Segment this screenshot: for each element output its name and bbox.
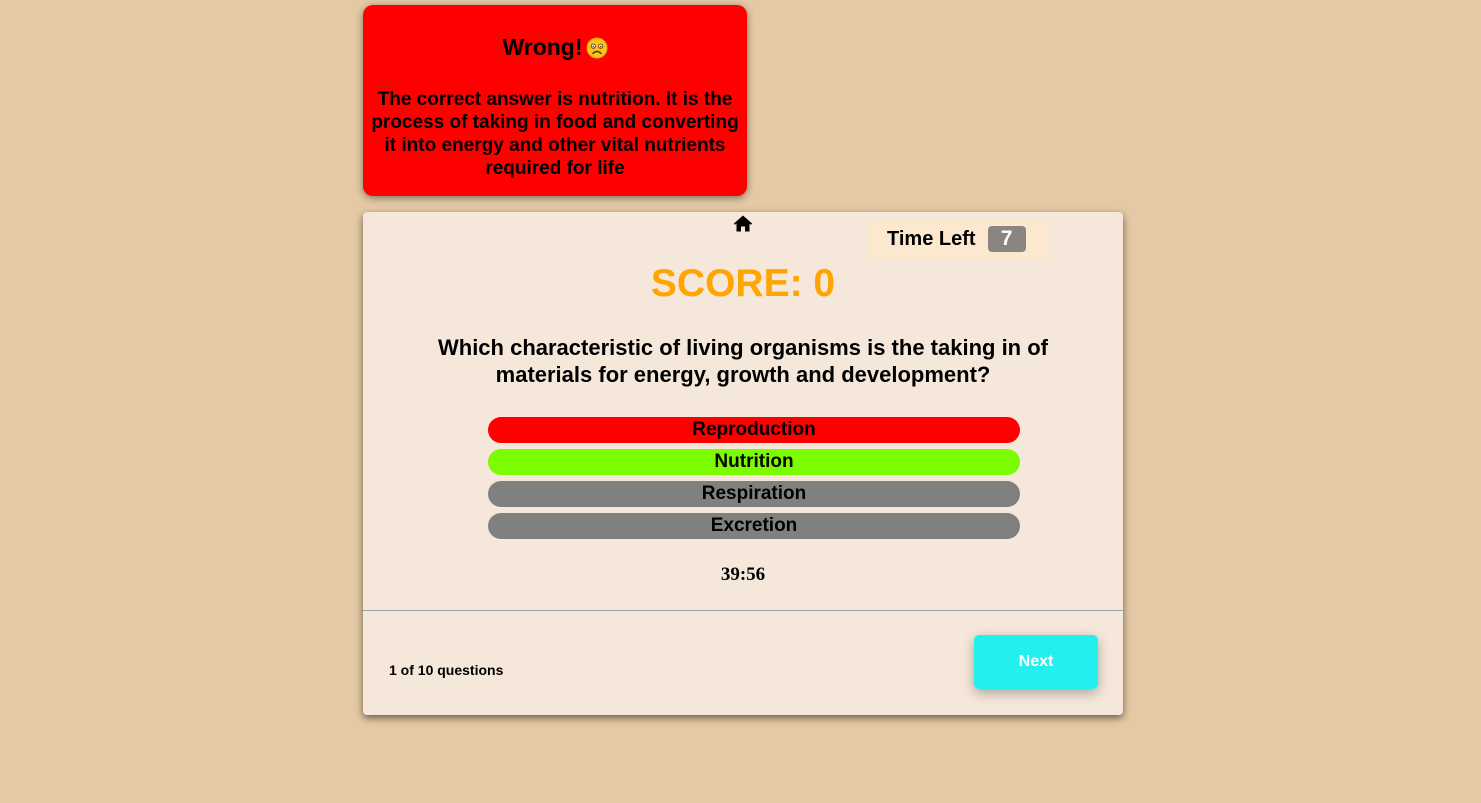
feedback-popup: Wrong! The correct answer is nutrition. … xyxy=(363,5,747,196)
sad-face-icon xyxy=(585,37,608,59)
question-text: Which characteristic of living organisms… xyxy=(437,335,1048,387)
quiz-card: Time Left 7 SCORE: 0 Which characteristi… xyxy=(363,212,1123,715)
feedback-title: Wrong! xyxy=(502,33,583,60)
option-nutrition[interactable]: Nutrition xyxy=(488,449,1020,475)
footer-divider xyxy=(363,610,1123,611)
time-left-counter: 7 xyxy=(987,226,1026,252)
time-left-box: Time Left 7 xyxy=(868,219,1050,259)
answer-options: Reproduction Nutrition Respiration Excre… xyxy=(488,417,1020,545)
next-button[interactable]: Next xyxy=(974,635,1098,689)
score-display: SCORE: 0 xyxy=(650,262,836,305)
question-progress: 1 of 10 questions xyxy=(389,662,504,678)
option-reproduction[interactable]: Reproduction xyxy=(488,417,1020,443)
option-respiration[interactable]: Respiration xyxy=(488,481,1020,507)
feedback-header: Wrong! xyxy=(363,32,747,62)
home-icon[interactable] xyxy=(733,215,753,232)
elapsed-clock: 39:56 xyxy=(720,564,766,585)
time-left-label: Time Left xyxy=(887,227,976,250)
feedback-message: The correct answer is nutrition. It is t… xyxy=(371,89,739,179)
option-excretion[interactable]: Excretion xyxy=(488,513,1020,539)
